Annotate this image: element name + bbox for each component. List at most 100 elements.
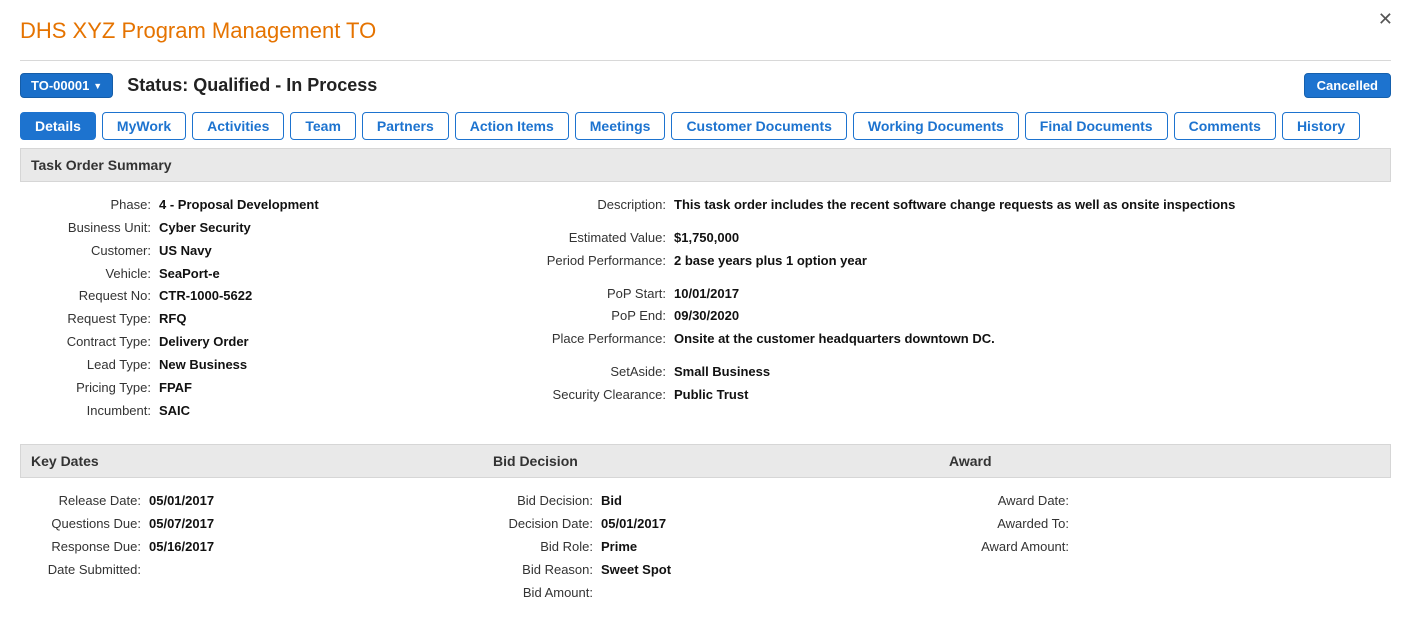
field-security-clearance: Security Clearance:Public Trust — [506, 386, 1385, 405]
label-security-clearance: Security Clearance: — [506, 386, 666, 405]
value-bid-role: Prime — [593, 538, 637, 557]
value-award-date — [1069, 492, 1077, 511]
header-bid-decision: Bid Decision — [483, 445, 939, 477]
award-column: Award Date: Awarded To: Award Amount: — [944, 492, 1385, 606]
label-description: Description: — [506, 196, 666, 215]
label-pop-start: PoP Start: — [506, 285, 666, 304]
value-business-unit: Cyber Security — [151, 219, 251, 238]
value-security-clearance: Public Trust — [666, 386, 748, 405]
label-customer: Customer: — [26, 242, 151, 261]
summary-body: Phase:4 - Proposal Development Business … — [20, 182, 1391, 444]
status-text: Status: Qualified - In Process — [127, 75, 377, 96]
field-bid-amount: Bid Amount: — [488, 584, 944, 603]
label-business-unit: Business Unit: — [26, 219, 151, 238]
value-bid-amount — [593, 584, 601, 603]
tab-partners[interactable]: Partners — [362, 112, 449, 140]
label-award-amount: Award Amount: — [944, 538, 1069, 557]
label-setaside: SetAside: — [506, 363, 666, 382]
value-pop-start: 10/01/2017 — [666, 285, 739, 304]
section-body-row: Release Date: 05/01/2017 Questions Due:05… — [20, 478, 1391, 626]
field-award-amount: Award Amount: — [944, 538, 1385, 557]
field-award-date: Award Date: — [944, 492, 1385, 511]
tab-row: Details MyWork Activities Team Partners … — [20, 112, 1391, 140]
label-incumbent: Incumbent: — [26, 402, 151, 421]
label-bid-decision: Bid Decision: — [488, 492, 593, 511]
field-vehicle: Vehicle:SeaPort-e — [26, 265, 466, 284]
to-dropdown-label: TO-00001 — [31, 78, 89, 93]
cancelled-button[interactable]: Cancelled — [1304, 73, 1391, 98]
value-vehicle: SeaPort-e — [151, 265, 220, 284]
value-pop-end: 09/30/2020 — [666, 307, 739, 326]
close-icon[interactable]: ✕ — [1378, 10, 1393, 28]
field-bid-decision: Bid Decision:Bid — [488, 492, 944, 511]
field-request-no: Request No:CTR-1000-5622 — [26, 287, 466, 306]
label-period-performance: Period Performance: — [506, 252, 666, 271]
field-description: Description:This task order includes the… — [506, 196, 1385, 215]
field-awarded-to: Awarded To: — [944, 515, 1385, 534]
field-response-due: Response Due:05/16/2017 — [26, 538, 488, 557]
label-request-type: Request Type: — [26, 310, 151, 329]
value-request-no: CTR-1000-5622 — [151, 287, 252, 306]
tab-customer-documents[interactable]: Customer Documents — [671, 112, 846, 140]
page-title: DHS XYZ Program Management TO — [20, 18, 1391, 44]
value-awarded-to — [1069, 515, 1077, 534]
field-pop-start: PoP Start:10/01/2017 — [506, 285, 1385, 304]
value-award-amount — [1069, 538, 1077, 557]
value-response-due: 05/16/2017 — [141, 538, 214, 557]
caret-down-icon: ▼ — [93, 81, 102, 91]
value-request-type: RFQ — [151, 310, 186, 329]
bid-decision-column: Bid Decision:Bid Decision Date:05/01/201… — [488, 492, 944, 606]
value-contract-type: Delivery Order — [151, 333, 249, 352]
key-dates-column: Release Date:05/01/2017 Questions Due:05… — [26, 492, 488, 606]
label-bid-reason: Bid Reason: — [488, 561, 593, 580]
field-pop-end: PoP End:09/30/2020 — [506, 307, 1385, 326]
tab-history[interactable]: History — [1282, 112, 1360, 140]
label-estimated-value: Estimated Value: — [506, 229, 666, 248]
value-setaside: Small Business — [666, 363, 770, 382]
label-place-performance: Place Performance: — [506, 330, 666, 349]
tab-activities[interactable]: Activities — [192, 112, 284, 140]
value-bid-reason: Sweet Spot — [593, 561, 671, 580]
field-business-unit: Business Unit:Cyber Security — [26, 219, 466, 238]
summary-left-column: Phase:4 - Proposal Development Business … — [26, 196, 466, 424]
value-place-performance: Onsite at the customer headquarters down… — [666, 330, 995, 349]
field-date-submitted: Date Submitted: — [26, 561, 488, 580]
header-award: Award — [939, 445, 1390, 477]
label-request-no: Request No: — [26, 287, 151, 306]
label-release-date: Release Date: — [26, 492, 141, 511]
value-description: This task order includes the recent soft… — [666, 196, 1235, 215]
value-pricing-type: FPAF — [151, 379, 192, 398]
value-decision-date: 05/01/2017 — [593, 515, 666, 534]
value-lead-type: New Business — [151, 356, 247, 375]
section-header-row: Key Dates Bid Decision Award — [20, 444, 1391, 478]
field-decision-date: Decision Date:05/01/2017 — [488, 515, 944, 534]
tab-details[interactable]: Details — [20, 112, 96, 140]
value-bid-decision: Bid — [593, 492, 622, 511]
label-bid-amount: Bid Amount: — [488, 584, 593, 603]
tab-team[interactable]: Team — [290, 112, 356, 140]
field-setaside: SetAside:Small Business — [506, 363, 1385, 382]
tab-working-documents[interactable]: Working Documents — [853, 112, 1019, 140]
label-vehicle: Vehicle: — [26, 265, 151, 284]
tab-meetings[interactable]: Meetings — [575, 112, 666, 140]
tab-comments[interactable]: Comments — [1174, 112, 1276, 140]
tab-mywork[interactable]: MyWork — [102, 112, 186, 140]
label-questions-due: Questions Due: — [26, 515, 141, 534]
field-contract-type: Contract Type:Delivery Order — [26, 333, 466, 352]
label-pricing-type: Pricing Type: — [26, 379, 151, 398]
value-estimated-value: $1,750,000 — [666, 229, 739, 248]
label-date-submitted: Date Submitted: — [26, 561, 141, 580]
status-row: TO-00001 ▼ Status: Qualified - In Proces… — [20, 73, 1391, 98]
tab-action-items[interactable]: Action Items — [455, 112, 569, 140]
field-place-performance: Place Performance:Onsite at the customer… — [506, 330, 1385, 349]
field-period-performance: Period Performance:2 base years plus 1 o… — [506, 252, 1385, 271]
tab-final-documents[interactable]: Final Documents — [1025, 112, 1168, 140]
label-bid-role: Bid Role: — [488, 538, 593, 557]
value-customer: US Navy — [151, 242, 212, 261]
label-pop-end: PoP End: — [506, 307, 666, 326]
label-phase: Phase: — [26, 196, 151, 215]
field-incumbent: Incumbent:SAIC — [26, 402, 466, 421]
to-dropdown[interactable]: TO-00001 ▼ — [20, 73, 113, 98]
label-contract-type: Contract Type: — [26, 333, 151, 352]
value-phase: 4 - Proposal Development — [151, 196, 319, 215]
